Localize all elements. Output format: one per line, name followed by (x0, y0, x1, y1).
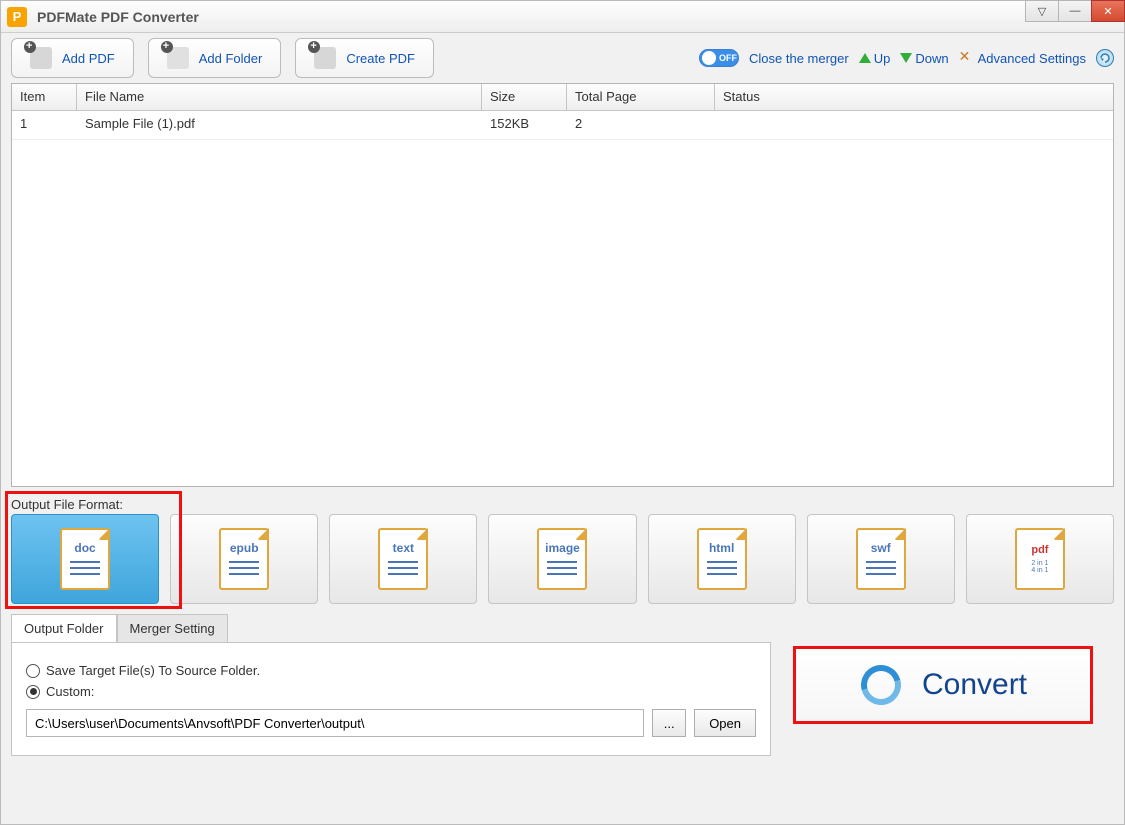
convert-label: Convert (922, 668, 1027, 702)
minimize-button[interactable]: — (1058, 0, 1092, 22)
pdf-icon (30, 47, 52, 69)
format-epub[interactable]: epub (170, 514, 318, 604)
radio-on-icon (26, 685, 40, 699)
format-text[interactable]: text (329, 514, 477, 604)
down-label: Down (915, 51, 948, 66)
app-title: PDFMate PDF Converter (37, 9, 199, 25)
cell-filename: Sample File (1).pdf (77, 111, 482, 139)
th-item[interactable]: Item (12, 84, 77, 110)
create-pdf-button[interactable]: Create PDF (295, 38, 434, 78)
file-table: Item File Name Size Total Page Status 1 … (11, 83, 1114, 487)
save-source-label: Save Target File(s) To Source Folder. (46, 663, 260, 678)
arrow-down-icon (900, 53, 912, 63)
format-pdf[interactable]: pdf2 in 14 in 1 (966, 514, 1114, 604)
bottom-panel: Output Folder Merger Setting Save Target… (11, 614, 1114, 756)
convert-arrows-icon (858, 662, 904, 708)
th-totalpage[interactable]: Total Page (567, 84, 715, 110)
tab-merger-setting[interactable]: Merger Setting (117, 614, 228, 642)
th-status[interactable]: Status (715, 84, 1093, 110)
output-format-label: Output File Format: (11, 497, 1114, 512)
tools-icon (959, 50, 975, 66)
output-path-input[interactable] (26, 709, 644, 737)
th-size[interactable]: Size (482, 84, 567, 110)
radio-custom[interactable]: Custom: (26, 684, 756, 699)
cell-size: 152KB (482, 111, 567, 139)
format-html[interactable]: html (648, 514, 796, 604)
cell-status (715, 111, 1113, 139)
pdf-create-icon (314, 47, 336, 69)
advanced-label: Advanced Settings (978, 51, 1086, 66)
output-format-section: Output File Format: doc epub text image … (11, 497, 1114, 604)
merger-toggle[interactable]: OFF (699, 49, 739, 67)
add-folder-label: Add Folder (199, 51, 263, 66)
cell-totalpage: 2 (567, 111, 715, 139)
convert-button[interactable]: Convert (793, 646, 1093, 724)
format-doc[interactable]: doc (11, 514, 159, 604)
tab-output-folder[interactable]: Output Folder (11, 614, 117, 642)
open-button[interactable]: Open (694, 709, 756, 737)
app-logo-icon: P (7, 7, 27, 27)
toggle-off-label: OFF (719, 53, 737, 63)
advanced-settings-link[interactable]: Advanced Settings (959, 50, 1086, 66)
table-header: Item File Name Size Total Page Status (12, 84, 1113, 111)
format-image[interactable]: image (488, 514, 636, 604)
up-link[interactable]: Up (859, 51, 891, 66)
up-label: Up (874, 51, 891, 66)
dropdown-button[interactable]: ▽ (1025, 0, 1059, 22)
arrow-up-icon (859, 53, 871, 63)
close-button[interactable]: ✕ (1091, 0, 1125, 22)
th-filename[interactable]: File Name (77, 84, 482, 110)
output-folder-pane: Save Target File(s) To Source Folder. Cu… (11, 642, 771, 756)
titlebar: P PDFMate PDF Converter ▽ — ✕ (1, 1, 1124, 33)
toolbar: Add PDF Add Folder Create PDF OFF Close … (1, 33, 1124, 83)
custom-label: Custom: (46, 684, 94, 699)
radio-save-source[interactable]: Save Target File(s) To Source Folder. (26, 663, 756, 678)
toggle-knob-icon (702, 51, 716, 65)
browse-button[interactable]: ... (652, 709, 686, 737)
format-swf[interactable]: swf (807, 514, 955, 604)
add-folder-button[interactable]: Add Folder (148, 38, 282, 78)
radio-off-icon (26, 664, 40, 678)
help-icon[interactable] (1096, 49, 1114, 67)
table-row[interactable]: 1 Sample File (1).pdf 152KB 2 (12, 111, 1113, 140)
add-pdf-button[interactable]: Add PDF (11, 38, 134, 78)
folder-icon (167, 47, 189, 69)
down-link[interactable]: Down (900, 51, 948, 66)
cell-item: 1 (12, 111, 77, 139)
create-pdf-label: Create PDF (346, 51, 415, 66)
add-pdf-label: Add PDF (62, 51, 115, 66)
close-merger-link[interactable]: Close the merger (749, 51, 849, 66)
